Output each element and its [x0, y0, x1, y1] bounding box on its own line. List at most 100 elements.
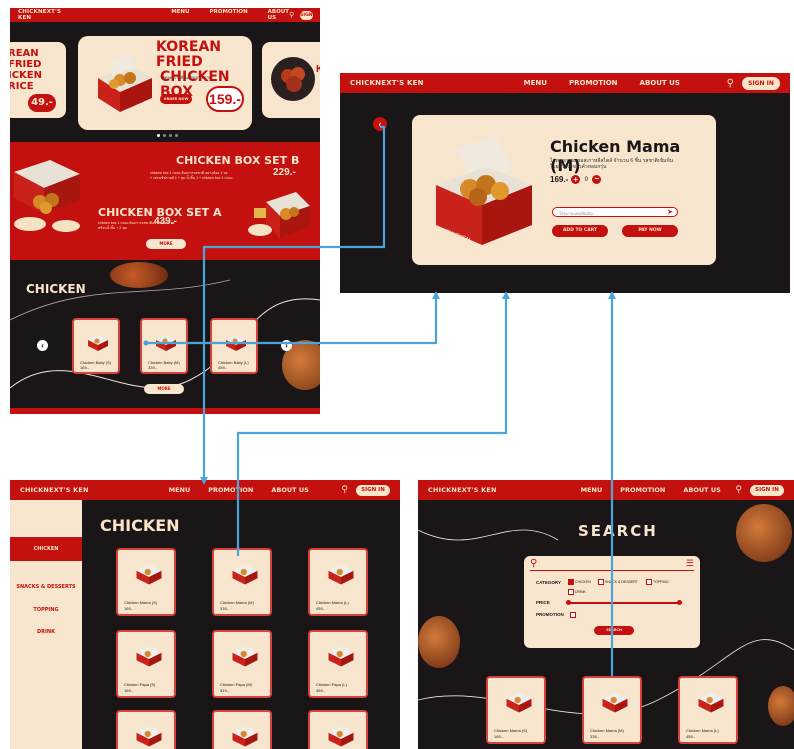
- product-price: 459.-: [686, 734, 696, 739]
- add-to-cart-button[interactable]: ADD TO CART: [552, 225, 608, 237]
- filter-icon[interactable]: ☰: [686, 558, 694, 569]
- product-price: 319.-: [220, 688, 230, 693]
- promotion-checkbox[interactable]: [570, 612, 576, 618]
- product-price: 169.-: [80, 365, 90, 370]
- checkbox[interactable]: [568, 589, 574, 595]
- product-card[interactable]: [212, 710, 272, 749]
- nav-menu[interactable]: MENU: [524, 79, 547, 87]
- qty-decrease-button[interactable]: −: [592, 175, 602, 184]
- brand-logo[interactable]: CHICKNEXT'S KEN: [18, 9, 61, 21]
- product-card[interactable]: Chicken Mama (L) 459.-: [308, 548, 368, 616]
- sidebar-item-chicken[interactable]: CHICKEN: [10, 537, 82, 561]
- nav-menu[interactable]: MENU: [169, 486, 191, 494]
- product-price: 169.-: [124, 688, 134, 693]
- search-result-card[interactable]: Chicken Mama (L) 459.-: [678, 676, 738, 744]
- product-card[interactable]: Chicken Baby (M) 339.-: [140, 318, 188, 374]
- product-card[interactable]: Chicken Mama (M) 339.-: [212, 548, 272, 616]
- nav-menu[interactable]: MENU: [581, 486, 603, 494]
- brand-logo[interactable]: CHICKNEXT'S KEN: [20, 486, 89, 494]
- nav-promotion[interactable]: PROMOTION: [569, 79, 618, 87]
- pay-now-button[interactable]: PAY NOW: [622, 225, 678, 237]
- product-price: 339.-: [590, 734, 600, 739]
- order-now-button[interactable]: ORDER NOW: [160, 94, 192, 104]
- nav-about[interactable]: ABOUT US: [640, 79, 680, 87]
- nav-promotion[interactable]: PROMOTION: [210, 9, 248, 21]
- chicken-box-icon: [232, 726, 258, 747]
- product-card[interactable]: Chicken Baby (L) 459.-: [210, 318, 258, 374]
- chicken-box-icon: [136, 646, 162, 667]
- brand-logo[interactable]: CHICKNEXT'S KEN: [428, 486, 497, 494]
- category-snack[interactable]: SNACK & DESSERT: [598, 579, 638, 585]
- category-chicken[interactable]: CHICKEN: [568, 579, 591, 585]
- send-icon[interactable]: ➤: [667, 208, 673, 216]
- search-result-card[interactable]: Chicken Mama (M) 339.-: [582, 676, 642, 744]
- chicken-box-icon: [88, 335, 108, 351]
- checkbox-checked[interactable]: [568, 579, 574, 585]
- chicken-box-icon: [698, 692, 724, 713]
- category-drink[interactable]: DRINK: [568, 589, 586, 595]
- sidebar-item-topping[interactable]: TOPPING: [10, 607, 82, 613]
- search-input-underline[interactable]: [530, 570, 694, 571]
- nav-menu[interactable]: MENU: [171, 9, 189, 21]
- carousel-dots[interactable]: [157, 134, 178, 137]
- slider-handle-max[interactable]: [677, 600, 682, 605]
- search-icon[interactable]: ⚲: [727, 78, 734, 89]
- signin-button[interactable]: SIGN IN: [750, 484, 784, 496]
- promo-more-button[interactable]: MORE: [146, 239, 186, 249]
- hero-card-right[interactable]: K: [262, 42, 320, 118]
- hero-main-price: 159.-: [206, 86, 244, 112]
- hero-card-main[interactable]: KOREAN FRIED CHICKEN BOX ไก่ทอดเกาหลีในก…: [78, 36, 252, 130]
- nav-promotion[interactable]: PROMOTION: [620, 486, 665, 494]
- hero-main-sub: ไก่ทอดเกาหลีในกล่องกระดาษ: [160, 75, 212, 80]
- chicken-box-icon: [232, 564, 258, 585]
- nav-promotion[interactable]: PROMOTION: [208, 486, 253, 494]
- search-button[interactable]: SEARCH: [594, 626, 634, 635]
- category-option-label: SNACK & DESSERT: [605, 580, 638, 584]
- page-title: CHICKEN: [100, 516, 180, 535]
- product-name: Chicken Papa (M): [220, 682, 253, 687]
- slider-handle-min[interactable]: [566, 600, 571, 605]
- signin-button[interactable]: SIGN IN: [356, 484, 390, 496]
- set-a-image: [14, 160, 80, 232]
- sidebar-item-drink[interactable]: DRINK: [10, 629, 82, 635]
- hero-card-left[interactable]: REAN FRIED ICKEN RICE 49.-: [10, 42, 66, 118]
- product-card[interactable]: Chicken Baby (S) 169.-: [72, 318, 120, 374]
- search-icon[interactable]: ⚲: [735, 485, 742, 495]
- chicken-more-button[interactable]: MORE: [144, 384, 184, 394]
- chicken-decor-right: [736, 504, 792, 562]
- chicken-box-icon: [328, 726, 354, 747]
- product-detail-card: CHICKEN Chicken Mama (M) ไก่ทอดกรอบซอสเก…: [412, 115, 716, 265]
- carousel-prev-button[interactable]: ‹: [37, 340, 48, 351]
- product-card[interactable]: [116, 710, 176, 749]
- back-button[interactable]: ‹: [373, 117, 387, 131]
- chicken-box-icon: [506, 692, 532, 713]
- product-card[interactable]: Chicken Mama (S) 169.-: [116, 548, 176, 616]
- category-option-label: DRINK: [575, 590, 586, 594]
- category-topping[interactable]: TOPPING: [646, 579, 669, 585]
- sidebar-item-snacks[interactable]: SNACKS & DESSERTS: [10, 584, 82, 590]
- signin-button[interactable]: SIGN IN: [300, 10, 313, 27]
- qty-increase-button[interactable]: +: [571, 175, 581, 184]
- signin-button[interactable]: SIGN IN: [742, 76, 780, 90]
- brand-logo[interactable]: CHICKNEXT'S KEN: [350, 79, 424, 87]
- search-icon[interactable]: ⚲: [289, 11, 294, 19]
- note-input[interactable]: ใส่หมายเหตุเพิ่มเติม... ➤: [552, 207, 678, 217]
- product-card[interactable]: Chicken Papa (M) 319.-: [212, 630, 272, 698]
- search-icon[interactable]: ⚲: [530, 558, 537, 569]
- nav-about[interactable]: ABOUT US: [271, 486, 308, 494]
- chicken-box-icon: [328, 564, 354, 585]
- search-icon[interactable]: ⚲: [341, 485, 348, 495]
- nav-bar: CHICKNEXT'S KEN MENU PROMOTION ABOUT US …: [10, 480, 400, 500]
- hero-main-price-text: 159.-: [209, 91, 241, 107]
- chicken-box-icon: [136, 726, 162, 747]
- search-result-card[interactable]: Chicken Mama (S) 169.-: [486, 676, 546, 744]
- product-card[interactable]: Chicken Papa (L) 459.-: [308, 630, 368, 698]
- nav-about[interactable]: ABOUT US: [683, 486, 720, 494]
- price-slider[interactable]: [566, 600, 682, 605]
- checkbox[interactable]: [598, 579, 604, 585]
- nav-about[interactable]: ABOUT US: [268, 9, 289, 21]
- product-card[interactable]: [308, 710, 368, 749]
- carousel-next-button[interactable]: ›: [281, 340, 292, 351]
- checkbox[interactable]: [646, 579, 652, 585]
- product-card[interactable]: Chicken Papa (S) 169.-: [116, 630, 176, 698]
